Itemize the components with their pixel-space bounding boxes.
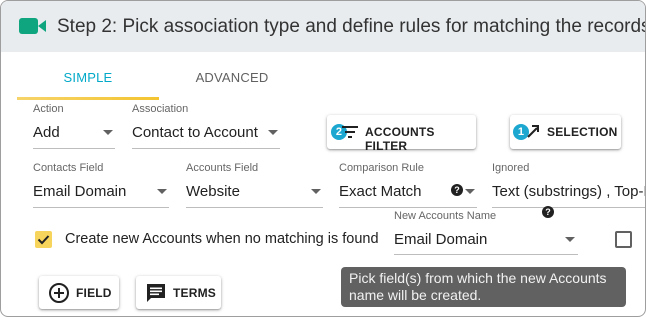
selection-arrow-icon xyxy=(527,125,539,138)
action-label: Action xyxy=(33,103,64,115)
step-header: Step 2: Pick association type and define… xyxy=(1,1,646,52)
action-value: Add xyxy=(33,124,60,141)
accounts-filter-label: ACCOUNTS FILTER xyxy=(365,125,435,153)
new-accounts-name-underline xyxy=(394,254,578,255)
selection-button[interactable]: 1 SELECTION xyxy=(510,115,621,149)
tooltip: Pick field(s) from which the new Account… xyxy=(341,267,626,307)
dialog-frame: Step 2: Pick association type and define… xyxy=(0,0,646,317)
tab-simple[interactable]: SIMPLE xyxy=(17,52,159,100)
accounts-field-underline xyxy=(186,207,323,208)
filter-list-icon xyxy=(342,126,358,138)
tab-indicator xyxy=(17,97,159,100)
accounts-field-value: Website xyxy=(186,183,240,200)
chevron-down-icon xyxy=(268,130,278,135)
comment-icon xyxy=(147,284,165,302)
tab-advanced[interactable]: ADVANCED xyxy=(161,52,303,100)
chevron-down-icon xyxy=(103,130,113,135)
extra-checkbox[interactable] xyxy=(615,231,632,248)
chevron-down-icon xyxy=(565,237,575,242)
selection-label: SELECTION xyxy=(547,125,618,139)
terms-button[interactable]: TERMS xyxy=(136,276,221,309)
contacts-field-value: Email Domain xyxy=(33,183,127,200)
accounts-filter-button[interactable]: 2 ACCOUNTS FILTER xyxy=(327,115,476,153)
add-circle-icon xyxy=(49,283,69,303)
association-underline xyxy=(132,148,280,149)
create-new-checkbox[interactable] xyxy=(35,231,52,248)
video-camera-icon xyxy=(19,18,46,34)
add-field-label: FIELD xyxy=(76,286,112,300)
new-accounts-name-label: New Accounts Name xyxy=(394,210,497,222)
mode-tabs: SIMPLE ADVANCED xyxy=(1,52,645,100)
comparison-rule-value: Exact Match xyxy=(339,183,422,200)
help-icon[interactable]: ? xyxy=(542,206,554,218)
contacts-field-label: Contacts Field xyxy=(33,162,104,174)
create-new-label: Create new Accounts when no matching is … xyxy=(65,231,379,247)
help-icon[interactable]: ? xyxy=(451,184,463,196)
association-label: Association xyxy=(132,103,189,115)
chevron-down-icon xyxy=(311,189,321,194)
ignored-value: Text (substrings) , Top-L xyxy=(492,183,645,200)
page-title: Step 2: Pick association type and define… xyxy=(57,16,646,37)
ignored-underline xyxy=(492,207,645,208)
new-accounts-name-value: Email Domain xyxy=(394,231,488,248)
ignored-label: Ignored xyxy=(492,162,530,174)
accounts-field-label: Accounts Field xyxy=(186,162,259,174)
add-field-button[interactable]: FIELD xyxy=(39,276,119,309)
check-icon xyxy=(37,235,50,245)
chevron-down-icon xyxy=(465,189,475,194)
contacts-field-underline xyxy=(33,207,169,208)
comparison-rule-underline xyxy=(339,207,477,208)
comparison-rule-label: Comparison Rule xyxy=(339,162,424,174)
action-underline xyxy=(33,148,115,149)
chevron-down-icon xyxy=(157,189,167,194)
terms-label: TERMS xyxy=(173,286,216,300)
association-value: Contact to Account xyxy=(132,124,258,141)
